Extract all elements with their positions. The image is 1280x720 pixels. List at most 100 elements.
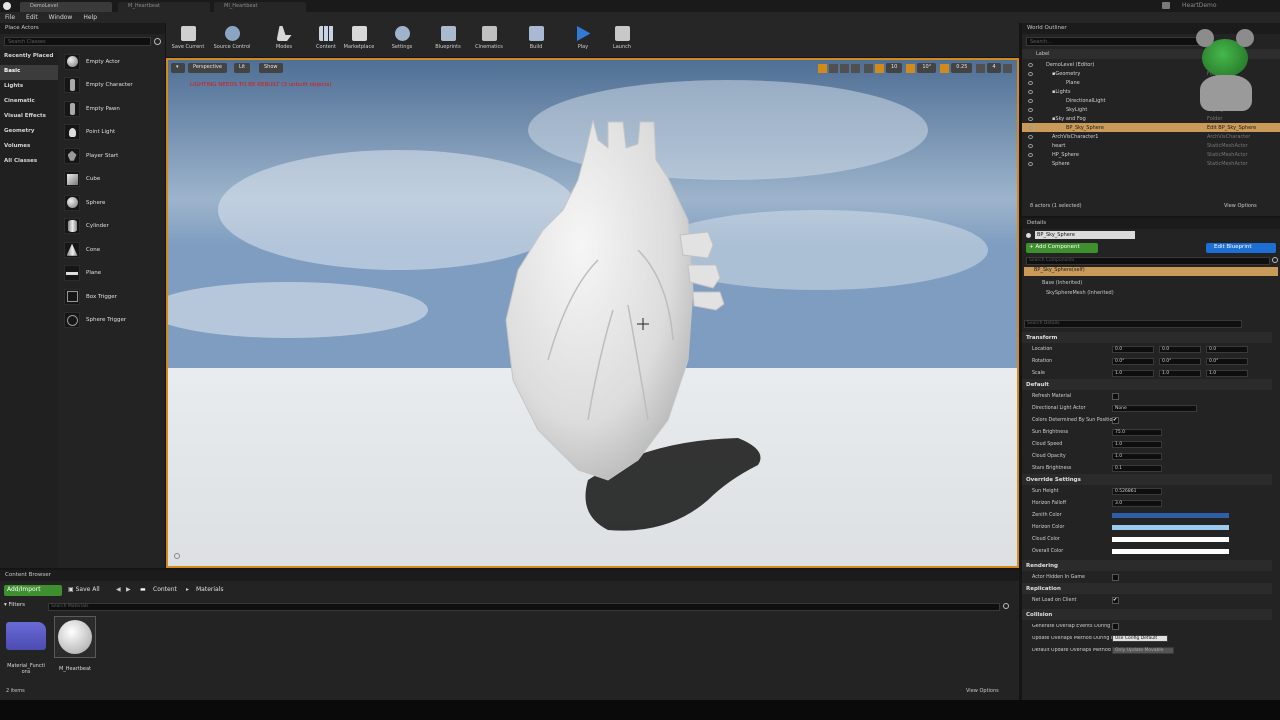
angle-snap-icon[interactable] [906,63,916,73]
transform-scale-icon[interactable] [840,63,849,73]
section-collision[interactable]: Collision [1022,609,1272,620]
category-recently-placed[interactable]: Recently Placed [0,50,58,65]
sun-brightness-input[interactable]: 75.0 [1112,428,1162,436]
net-load-checkbox[interactable]: ✔ [1112,596,1119,604]
material-thumbnail[interactable] [54,616,96,658]
camera-speed-icon[interactable] [976,63,986,73]
list-item[interactable]: Point Light [60,121,164,145]
visibility-eye-icon[interactable] [1028,161,1033,166]
visibility-eye-icon[interactable] [1028,143,1033,148]
search-details-input[interactable]: Search Details [1024,320,1242,328]
world-space-icon[interactable] [851,63,860,73]
cloud-color-swatch[interactable] [1112,536,1229,542]
zenith-color-swatch[interactable] [1112,512,1229,518]
list-item[interactable]: Sphere Trigger [60,309,164,333]
scale-y[interactable]: 1.0 [1159,369,1201,377]
tab-demolevel[interactable]: DemoLevel [20,2,112,12]
search-icon[interactable] [154,38,161,45]
directional-light-select[interactable]: None [1112,404,1197,412]
list-item[interactable]: Cube [60,168,164,192]
sun-height-input[interactable]: 0.526861 [1112,487,1162,495]
list-item[interactable]: Empty Actor [60,50,164,74]
visibility-eye-icon[interactable] [1028,152,1033,157]
table-row[interactable]: ▪ Sky and Fog Folder [1022,114,1280,123]
rotation-x[interactable]: 0.0° [1112,357,1154,365]
save-current-button[interactable]: Save Current [166,26,210,50]
breadcrumb-materials[interactable]: Materials [196,586,224,593]
tab-m-heartbeat[interactable]: M_Heartbeat [118,2,210,12]
table-row-selected[interactable]: BP_Sky_Sphere Edit BP_Sky_Sphere [1022,123,1280,132]
folder-icon[interactable] [6,622,46,650]
viewport-menu-button[interactable]: ▾ [171,63,185,73]
stars-brightness-input[interactable]: 0.1 [1112,464,1162,472]
component-self[interactable]: BP_Sky_Sphere(self) [1024,267,1278,276]
update-overlaps-select[interactable]: Use Config Default [1112,634,1168,642]
list-item[interactable]: Sphere [60,191,164,215]
table-row[interactable]: Sphere StaticMeshActor [1022,159,1280,168]
default-overlaps-select[interactable]: Only Update Movable [1112,646,1174,654]
location-y[interactable]: 0.0 [1159,345,1201,353]
refresh-material-checkbox[interactable] [1112,392,1119,400]
section-replication[interactable]: Replication [1022,583,1272,594]
settings-button[interactable]: Settings [380,26,424,50]
show-button[interactable]: Show [259,63,283,73]
list-item[interactable]: Cone [60,238,164,262]
search-classes-input[interactable]: Search Classes [4,37,152,46]
camera-speed-value[interactable]: 4 [987,63,1001,73]
list-item[interactable]: Cylinder [60,215,164,239]
category-volumes[interactable]: Volumes [0,140,58,155]
search-icon[interactable] [1003,603,1009,609]
visibility-eye-icon[interactable] [1028,89,1033,94]
content-view-options[interactable]: View Options [966,688,999,694]
outliner-search-input[interactable]: Search... [1026,37,1201,46]
component-sky-sphere-mesh[interactable]: SkySphereMesh (Inherited) [1046,290,1114,296]
category-lights[interactable]: Lights [0,80,58,95]
scale-snap-icon[interactable] [940,63,950,73]
section-override-settings[interactable]: Override Settings [1022,474,1272,485]
maximize-viewport-icon[interactable] [1002,63,1012,73]
category-all-classes[interactable]: All Classes [0,155,58,170]
grid-snap-icon[interactable] [875,63,884,73]
colors-by-sun-checkbox[interactable]: ✔ [1112,416,1119,424]
cloud-opacity-input[interactable]: 1.0 [1112,452,1162,460]
scale-snap-value[interactable]: 0.25 [951,63,973,73]
category-geometry[interactable]: Geometry [0,125,58,140]
visibility-eye-icon[interactable] [1028,134,1033,139]
launch-button[interactable]: Launch [600,26,644,50]
visibility-eye-icon[interactable] [1028,80,1033,85]
angle-size-value[interactable]: 10° [917,63,937,73]
grid-size-value[interactable]: 10 [886,63,903,73]
level-viewport[interactable]: ▾ Perspective Lit Show LIGHTING NEEDS TO… [166,58,1019,568]
list-item[interactable]: Empty Pawn [60,97,164,121]
transform-move-icon[interactable] [818,63,827,73]
marketplace-button[interactable]: Marketplace [337,26,381,50]
rotation-y[interactable]: 0.0° [1159,357,1201,365]
visibility-eye-icon[interactable] [1028,116,1033,121]
menu-edit[interactable]: Edit [26,14,38,21]
cloud-speed-input[interactable]: 1.0 [1112,440,1162,448]
edit-blueprint-button[interactable]: Edit Blueprint [1206,243,1276,253]
horizon-falloff-input[interactable]: 3.0 [1112,499,1162,507]
tab-mi-heartbeat[interactable]: MI_Heartbeat [214,2,306,12]
transform-rotate-icon[interactable] [829,63,838,73]
overlap-events-checkbox[interactable] [1112,622,1119,630]
outliner-view-options[interactable]: View Options [1224,203,1257,209]
visibility-eye-icon[interactable] [1028,125,1033,130]
component-base[interactable]: Base (Inherited) [1042,280,1082,286]
location-z[interactable]: 0.0 [1206,345,1248,353]
breadcrumb-content[interactable]: Content [153,586,177,593]
visibility-eye-icon[interactable] [1028,107,1033,112]
rotation-z[interactable]: 0.0° [1206,357,1248,365]
filters-button[interactable]: ▾ Filters [4,602,44,611]
section-default[interactable]: Default [1022,379,1272,390]
visibility-eye-icon[interactable] [1028,98,1033,103]
table-row[interactable]: ArchVisCharacter1 ArchVisCharacter [1022,132,1280,141]
table-row[interactable]: HP_Sphere StaticMeshActor [1022,150,1280,159]
modes-button[interactable]: Modes [262,26,306,50]
visibility-eye-icon[interactable] [1028,62,1033,67]
build-button[interactable]: Build [514,26,558,50]
menu-window[interactable]: Window [49,14,73,21]
column-label[interactable]: Label [1036,51,1050,57]
source-control-icon[interactable] [1162,2,1170,9]
menu-help[interactable]: Help [83,14,97,21]
